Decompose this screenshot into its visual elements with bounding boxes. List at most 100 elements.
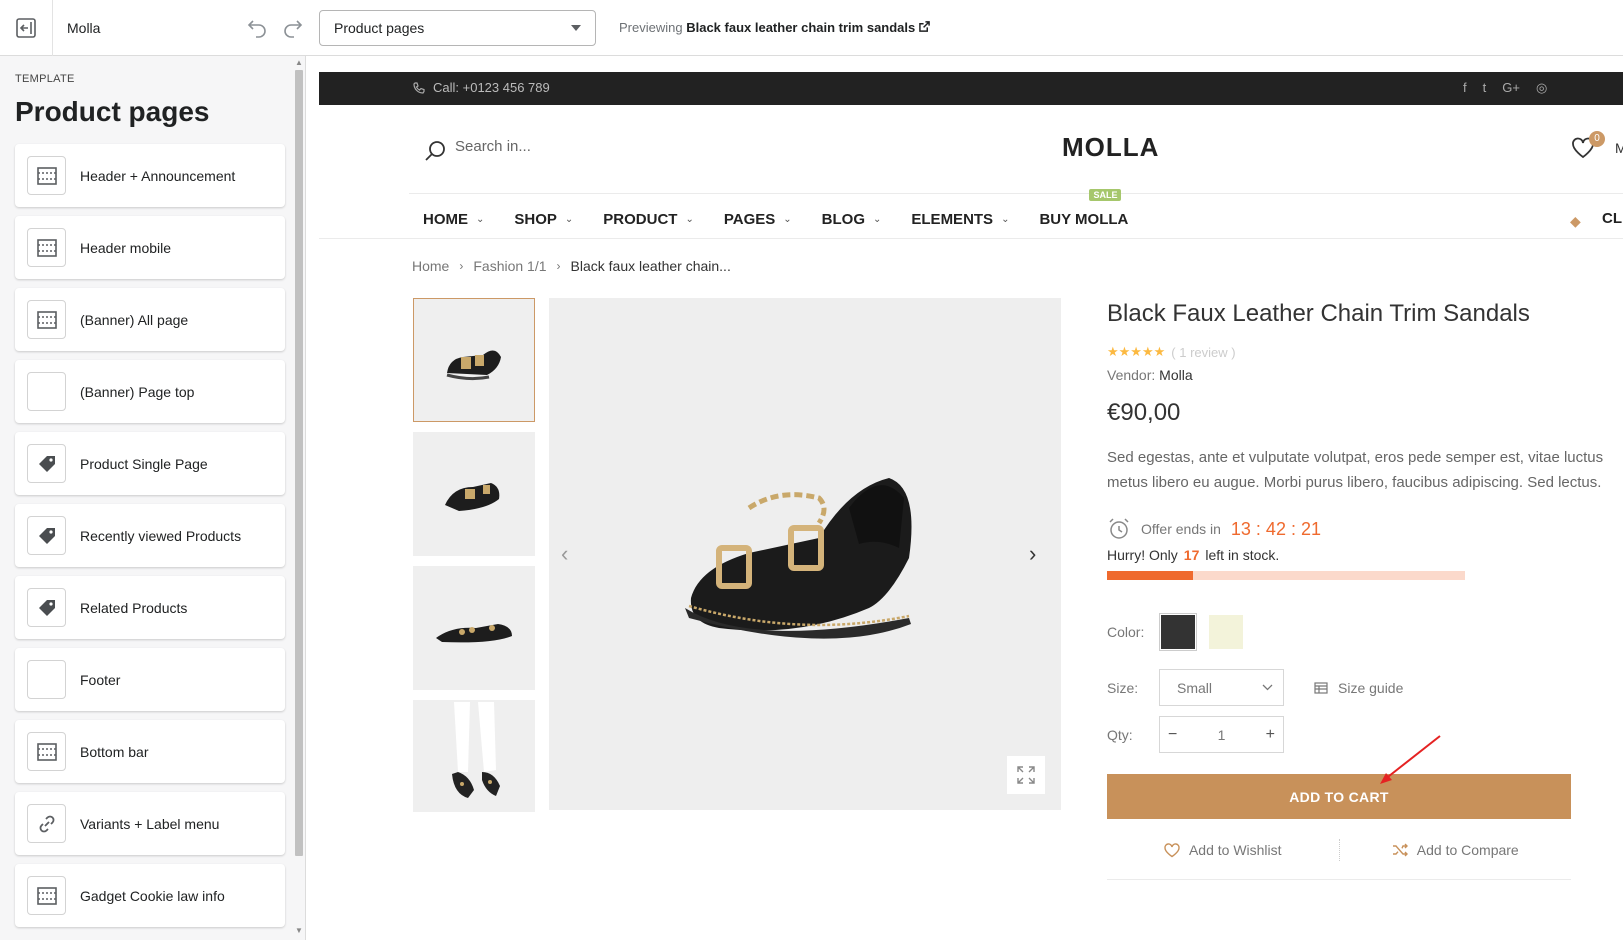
layout-section-icon [27,876,66,915]
template-select-value: Product pages [334,20,425,36]
store-logo[interactable]: MOLLA [1062,132,1159,163]
add-to-cart-button[interactable]: ADD TO CART [1107,774,1571,819]
header-account-text[interactable]: M [1615,140,1623,156]
vendor-label: Vendor: [1107,367,1156,383]
offer-countdown: Offer ends in 13 : 42 : 21 [1107,517,1623,541]
layout-section-icon [27,228,66,267]
external-link-icon[interactable] [919,21,930,32]
color-swatch-black[interactable] [1159,613,1197,651]
nav-item[interactable]: SHOP ⌄ [514,204,573,234]
section-item-label: Related Products [80,599,188,616]
section-item[interactable]: Variants + Label menu [15,792,285,855]
breadcrumb-collection[interactable]: Fashion 1/1 [473,258,546,274]
exit-editor-button[interactable] [12,14,40,42]
section-item-label: Recently viewed Products [80,527,242,544]
section-item-label: Bottom bar [80,743,149,760]
thumbnail-2[interactable] [413,432,535,556]
add-to-wishlist-label: Add to Wishlist [1188,842,1282,858]
section-item[interactable]: (Banner) All page [15,288,285,351]
add-to-compare-label: Add to Compare [1416,842,1519,858]
section-item[interactable]: Header + Announcement [15,144,285,207]
section-item[interactable]: Product Single Page [15,432,285,495]
vendor-line: Vendor: Molla [1107,367,1623,383]
sidebar-scrollbar[interactable]: ▲ ▼ [292,56,305,940]
product-main-image[interactable]: ‹ › [549,298,1061,810]
info-divider [1107,879,1571,880]
exit-icon [16,18,36,38]
chevron-right-icon[interactable]: › [1029,541,1036,567]
sidebar-scroll-thumb[interactable] [295,70,303,856]
sale-badge: SALE [1089,189,1122,201]
expand-icon [1017,766,1035,784]
twitter-icon[interactable]: t [1483,80,1487,96]
section-item-label: (Banner) Page top [80,383,195,400]
theme-name: Molla [67,20,101,36]
search-icon[interactable] [424,140,446,167]
section-item[interactable]: Gadget Cookie law info [15,864,285,927]
diamond-icon: ◆ [1570,213,1581,229]
color-label: Color: [1107,624,1145,640]
chevron-down-icon: ⌄ [564,213,574,225]
thumbnail-4[interactable] [413,700,535,812]
header-wishlist[interactable]: 0 [1571,131,1605,164]
quantity-stepper[interactable]: − 1 + [1159,716,1284,753]
scroll-down-icon[interactable]: ▼ [295,926,303,935]
nav-right-link[interactable]: CL [1602,210,1622,227]
section-item[interactable]: Related Products [15,576,285,639]
plus-icon[interactable]: + [1266,726,1275,744]
thumbnail-3[interactable] [413,566,535,690]
add-to-compare-link[interactable]: Add to Compare [1340,842,1572,858]
nav-divider-bottom [319,238,1623,239]
nav-item[interactable]: PRODUCT ⌄ [603,204,694,234]
facebook-icon[interactable]: f [1463,80,1467,96]
product-info: Black Faux Leather Chain Trim Sandals ★★… [1107,298,1623,880]
undo-button[interactable] [243,14,271,42]
size-guide-link[interactable]: Size guide [1314,680,1403,696]
quantity-option: Qty: − 1 + [1107,716,1623,753]
google-plus-icon[interactable]: G+ [1502,80,1520,96]
product-thumbnails [413,298,535,822]
instagram-icon[interactable]: ◎ [1536,80,1547,96]
size-label: Size: [1107,679,1139,696]
nav-item[interactable]: HOME ⌄ [423,204,484,234]
section-item[interactable]: (Banner) Page top [15,360,285,423]
thumbnail-1[interactable] [413,298,535,422]
chevron-down-icon: ⌄ [685,213,694,225]
redo-button[interactable] [279,14,307,42]
preview-product-link[interactable]: Black faux leather chain trim sandals [686,20,915,35]
nav-item[interactable]: PAGES ⌄ [724,204,792,234]
section-item[interactable]: Recently viewed Products [15,504,285,567]
quantity-value[interactable]: 1 [1218,727,1226,743]
nav-item-label: SHOP [514,210,557,228]
template-select[interactable]: Product pages [319,10,596,46]
scroll-up-icon[interactable]: ▲ [295,58,303,67]
chevron-down-icon: ⌄ [783,213,792,225]
chevron-left-icon[interactable]: ‹ [561,541,568,567]
caret-down-icon [571,25,581,31]
review-count-link[interactable]: ( 1 review ) [1171,345,1235,360]
zoom-button[interactable] [1007,756,1045,794]
nav-item[interactable]: BUY MOLLA SALE [1039,189,1128,234]
sandal-image [445,483,500,511]
redo-icon [284,20,303,38]
nav-item-label: PRODUCT [603,210,678,228]
vendor-name: Molla [1159,367,1193,383]
add-to-wishlist-link[interactable]: Add to Wishlist [1107,842,1339,858]
chevron-right-icon: › [556,259,561,273]
search-input[interactable] [455,138,655,155]
breadcrumb: Home › Fashion 1/1 › Black faux leather … [412,258,731,274]
nav-item[interactable]: BLOG ⌄ [822,204,882,234]
product-description: Sed egestas, ante et vulputate volutpat,… [1107,449,1604,491]
nav-item[interactable]: ELEMENTS ⌄ [911,204,1009,234]
section-item[interactable]: Bottom bar [15,720,285,783]
breadcrumb-home[interactable]: Home [412,258,449,274]
section-item[interactable]: Footer [15,648,285,711]
product-title: Black Faux Leather Chain Trim Sandals [1107,300,1530,327]
size-select[interactable]: Small [1159,669,1284,706]
section-item-label: Header + Announcement [80,167,236,184]
minus-icon[interactable]: − [1168,726,1177,744]
swatch-fill [1209,615,1243,649]
section-item[interactable]: Header mobile [15,216,285,279]
color-swatch-cream[interactable] [1207,613,1245,651]
template-sidebar: TEMPLATE Product pages Header + Announce… [0,56,306,940]
